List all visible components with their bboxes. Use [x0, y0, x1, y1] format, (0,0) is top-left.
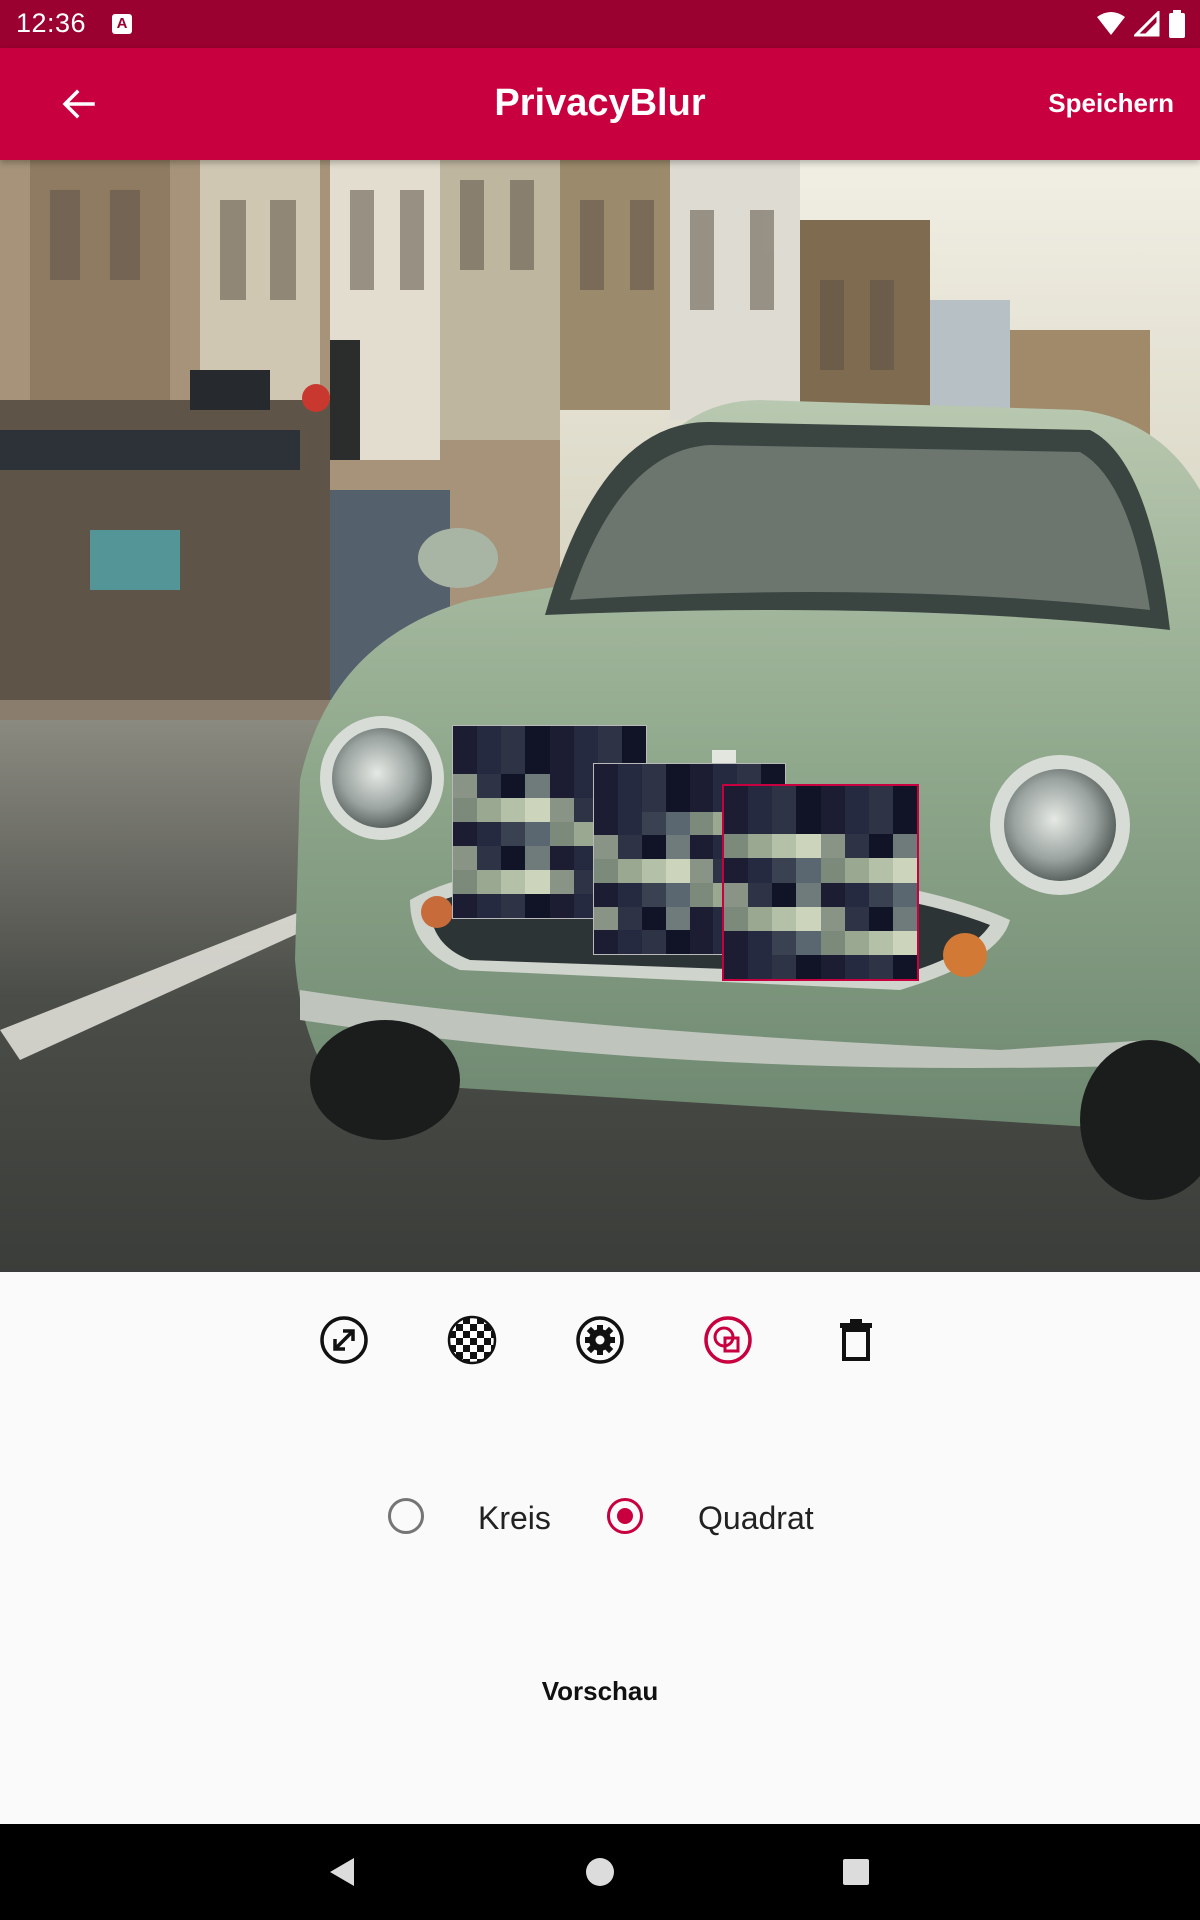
- resize-icon: [320, 1316, 368, 1364]
- pixelate-icon: [447, 1315, 497, 1365]
- shape-radio-group: Kreis Quadrat: [0, 1486, 1200, 1546]
- wifi-icon: [1097, 12, 1125, 35]
- app-bar: PrivacyBlur Speichern: [0, 48, 1200, 160]
- delete-tool[interactable]: [824, 1308, 888, 1372]
- system-nav-bar: [0, 1824, 1200, 1920]
- nav-home-button[interactable]: [576, 1848, 624, 1896]
- editor-toolbar: [0, 1308, 1200, 1372]
- settings-icon: [576, 1316, 624, 1364]
- back-nav-icon: [330, 1858, 354, 1886]
- radio-quadrat[interactable]: [607, 1498, 643, 1534]
- blur-region-selected[interactable]: [722, 784, 919, 981]
- shape-icon: [704, 1316, 752, 1364]
- resize-tool[interactable]: [312, 1308, 376, 1372]
- radio-label-quadrat[interactable]: Quadrat: [698, 1500, 814, 1537]
- nav-recents-button[interactable]: [832, 1848, 880, 1896]
- shape-tool[interactable]: [696, 1308, 760, 1372]
- save-button[interactable]: Speichern: [1048, 88, 1174, 119]
- battery-icon: [1169, 10, 1185, 38]
- a-icon: A: [112, 14, 132, 34]
- status-icons: [1096, 10, 1186, 38]
- signal-icon: [1134, 11, 1160, 37]
- preview-button[interactable]: Vorschau: [0, 1676, 1200, 1707]
- delete-icon: [840, 1319, 872, 1361]
- photo-car: [0, 160, 1200, 1272]
- pixelate-tool[interactable]: [440, 1308, 504, 1372]
- settings-tool[interactable]: [568, 1308, 632, 1372]
- recents-nav-icon: [843, 1859, 869, 1885]
- photo-canvas[interactable]: [0, 160, 1200, 1272]
- app-title: PrivacyBlur: [494, 82, 706, 124]
- home-nav-icon: [586, 1858, 614, 1886]
- radio-kreis[interactable]: [388, 1498, 424, 1534]
- radio-label-kreis[interactable]: Kreis: [478, 1500, 551, 1537]
- nav-back-button[interactable]: [318, 1848, 366, 1896]
- status-time: 12:36: [16, 8, 87, 38]
- status-bar: 12:36 A: [0, 0, 1200, 48]
